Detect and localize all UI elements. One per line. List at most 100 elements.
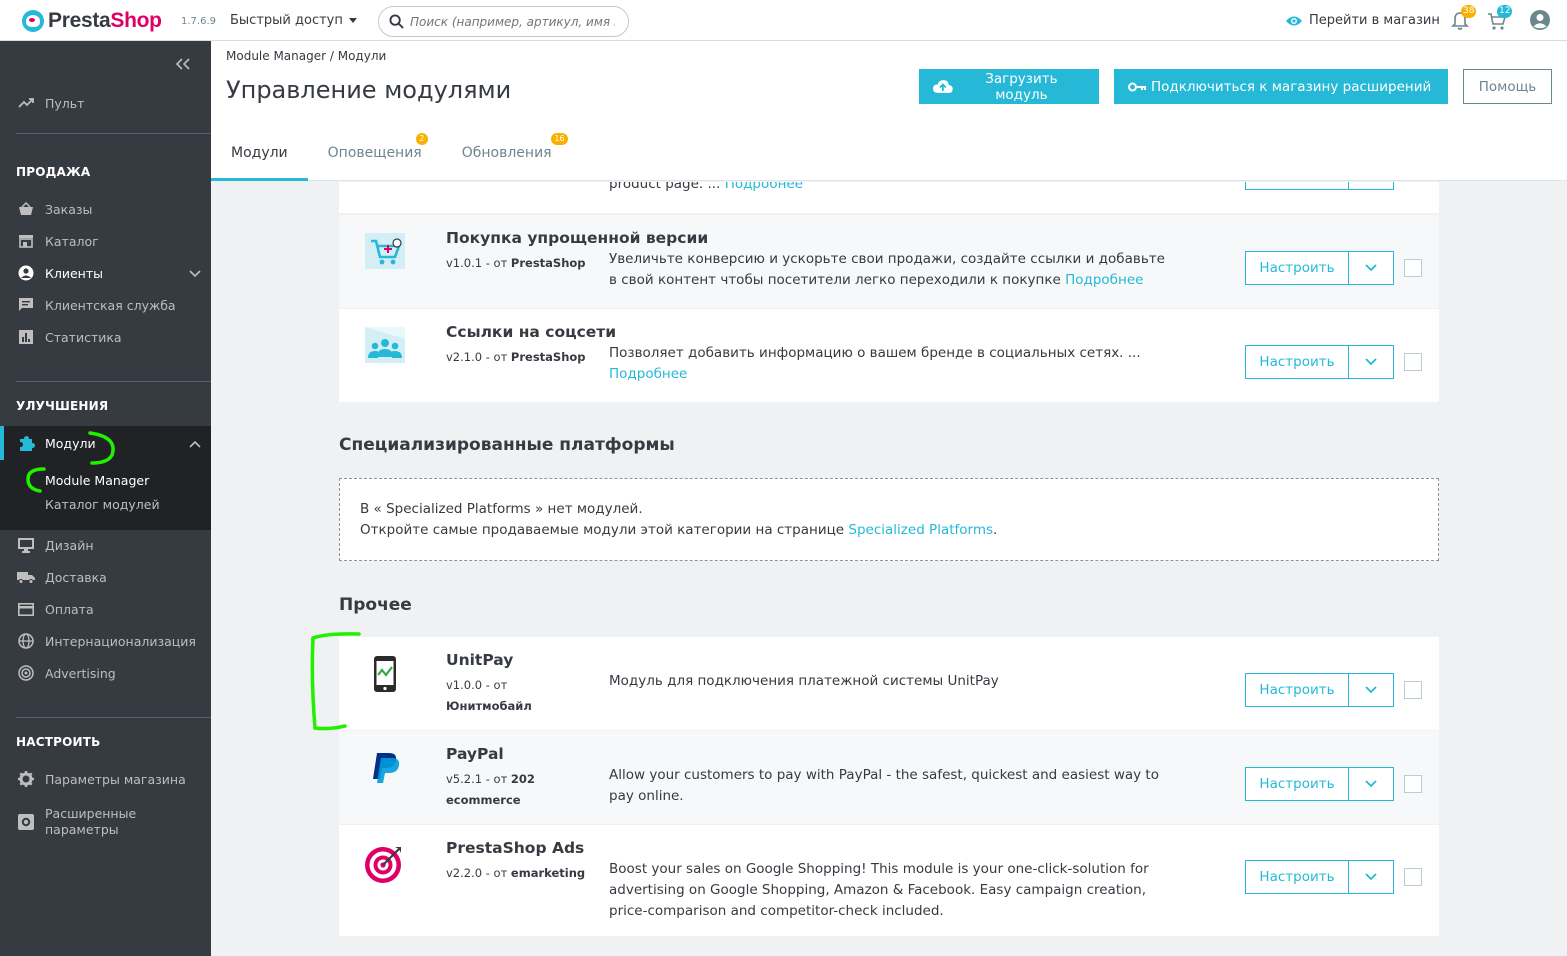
module-checkbox[interactable]	[1404, 259, 1422, 277]
sidebar-item-shipping[interactable]: Доставка	[0, 561, 211, 593]
module-row-express-checkout: Покупка упрощенной версии v1.0.1 - от Pr…	[339, 215, 1439, 309]
dropdown-toggle[interactable]	[1349, 861, 1393, 893]
configure-button[interactable]: Настроить	[1245, 767, 1394, 801]
module-author: PrestaShop	[510, 350, 586, 364]
sidebar-item-label: Оплата	[45, 601, 94, 617]
sidebar-item-label: Клиенты	[45, 265, 104, 281]
gear-icon	[17, 770, 35, 788]
module-description: Allow your customers to pay with PayPal …	[609, 767, 1159, 804]
page-header: Module Manager / Модули Управление модул…	[211, 41, 1567, 181]
dropdown-toggle[interactable]	[1349, 182, 1393, 189]
settings-box-icon	[17, 813, 35, 831]
search-input[interactable]	[410, 14, 615, 29]
chevron-up-icon	[189, 436, 201, 451]
read-more-link[interactable]: Подробнее	[725, 182, 803, 192]
sidebar-item-label: Клиентская служба	[45, 297, 176, 313]
sidebar-item-customer-service[interactable]: Клиентская служба	[0, 289, 211, 321]
sidebar-subitem-module-catalog[interactable]: Каталог модулей	[45, 497, 160, 512]
module-description: Boost your sales on Google Shopping! Thi…	[609, 861, 1149, 919]
module-name: PrestaShop Ads	[446, 839, 585, 857]
configure-button[interactable]: Настроить	[1245, 860, 1394, 894]
mobile-phone-icon	[374, 656, 396, 692]
module-meta: v1.0.1 - от PrestaShop	[446, 256, 586, 270]
specialized-platforms-link[interactable]: Specialized Platforms	[848, 522, 993, 538]
sidebar-item-advertising[interactable]: Advertising	[0, 657, 211, 689]
sidebar-divider	[16, 133, 211, 134]
social-people-icon	[365, 327, 405, 363]
annotation-bracket	[310, 632, 361, 731]
collapse-sidebar-icon[interactable]	[175, 55, 190, 74]
upload-module-button[interactable]: Загрузить модуль	[919, 69, 1099, 104]
sidebar-item-advanced-parameters[interactable]: Расширенные параметры	[0, 803, 211, 841]
sidebar-item-orders[interactable]: Заказы	[0, 193, 211, 225]
empty-notice-line: Откройте самые продаваемые модули этой к…	[360, 522, 845, 538]
bullseye-target-icon	[365, 847, 401, 883]
category-title-specialized: Специализированные платформы	[339, 435, 675, 455]
sidebar-item-international[interactable]: Интернационализация	[0, 625, 211, 657]
breadcrumb[interactable]: Module Manager / Модули	[226, 49, 386, 63]
section-title-sell: ПРОДАЖА	[16, 165, 91, 179]
dropdown-toggle[interactable]	[1349, 252, 1393, 284]
module-checkbox[interactable]	[1404, 353, 1422, 371]
tab-updates[interactable]: Обновления 16	[442, 125, 572, 181]
tab-alerts[interactable]: Оповещения 2	[308, 125, 442, 181]
sidebar-item-label: Пульт	[45, 95, 85, 111]
help-button[interactable]: Помощь	[1463, 69, 1552, 104]
annotation-marker	[26, 431, 115, 493]
module-meta: v1.0.0 - от Юнитмобайл	[446, 678, 532, 713]
sidebar-item-design[interactable]: Дизайн	[0, 529, 211, 561]
upload-module-label: Загрузить модуль	[985, 70, 1058, 103]
account-button[interactable]	[1529, 9, 1551, 35]
chevron-down-icon	[1365, 358, 1377, 366]
tab-modules[interactable]: Модули	[211, 125, 308, 181]
search-box[interactable]	[378, 6, 629, 37]
search-icon	[389, 14, 404, 29]
configure-button[interactable]: Настроить	[1245, 251, 1394, 285]
sidebar-item-dashboard[interactable]: Пульт	[0, 87, 211, 119]
sidebar-item-customers[interactable]: Клиенты	[0, 257, 211, 289]
prestashop-logo[interactable]: PrestaShop	[22, 9, 162, 33]
configure-label: Настроить	[1246, 346, 1349, 378]
dropdown-toggle[interactable]	[1349, 768, 1393, 800]
module-author: Юнитмобайл	[446, 699, 532, 713]
module-author: emarketing	[510, 866, 586, 880]
sidebar-item-label: Параметры магазина	[45, 771, 186, 787]
page-title: Управление модулями	[226, 76, 512, 104]
configure-button[interactable]: Настроить	[1245, 345, 1394, 379]
dropdown-toggle[interactable]	[1349, 346, 1393, 378]
module-meta: v2.2.0 - от emarketing	[446, 866, 586, 880]
sidebar-item-payment[interactable]: Оплата	[0, 593, 211, 625]
chevron-down-icon	[1365, 873, 1377, 881]
read-more-link[interactable]: Подробнее	[1065, 272, 1143, 288]
orders-button[interactable]: 12	[1487, 5, 1513, 35]
globe-icon	[17, 632, 35, 650]
sidebar-item-label: Каталог	[45, 233, 99, 249]
configure-button[interactable]: Настроить	[1245, 182, 1394, 190]
sidebar-item-shop-parameters[interactable]: Параметры магазина	[0, 763, 211, 795]
dropdown-toggle[interactable]	[1349, 674, 1393, 706]
notifications-button[interactable]: 38	[1451, 5, 1477, 35]
empty-notice-line: В « Specialized Platforms » нет модулей.	[360, 501, 643, 517]
cart-link-icon	[365, 233, 405, 269]
module-row: product page. ... Подробнее Настроить	[339, 182, 1439, 214]
sidebar-item-label: Дизайн	[45, 537, 94, 553]
tab-label: Модули	[231, 145, 288, 161]
sidebar-item-catalog[interactable]: Каталог	[0, 225, 211, 257]
module-checkbox[interactable]	[1404, 775, 1422, 793]
module-name: Покупка упрощенной версии	[446, 229, 709, 247]
paypal-icon	[373, 753, 400, 783]
tab-bar: Модули Оповещения 2 Обновления 16	[211, 125, 572, 181]
tab-label: Обновления	[461, 145, 552, 161]
quick-access-dropdown[interactable]: Быстрый доступ	[230, 13, 357, 28]
target-icon	[17, 664, 35, 682]
connect-addons-button[interactable]: Подключиться к магазину расширений	[1114, 69, 1448, 104]
module-author: PrestaShop	[510, 256, 586, 270]
read-more-link[interactable]: Подробнее	[609, 366, 687, 382]
sidebar-item-stats[interactable]: Статистика	[0, 321, 211, 353]
module-checkbox[interactable]	[1404, 868, 1422, 886]
goto-shop-link[interactable]: Перейти в магазин	[1285, 13, 1440, 28]
module-checkbox[interactable]	[1404, 681, 1422, 699]
notifications-badge: 38	[1461, 5, 1477, 18]
configure-button[interactable]: Настроить	[1245, 673, 1394, 707]
credit-card-icon	[17, 600, 35, 618]
